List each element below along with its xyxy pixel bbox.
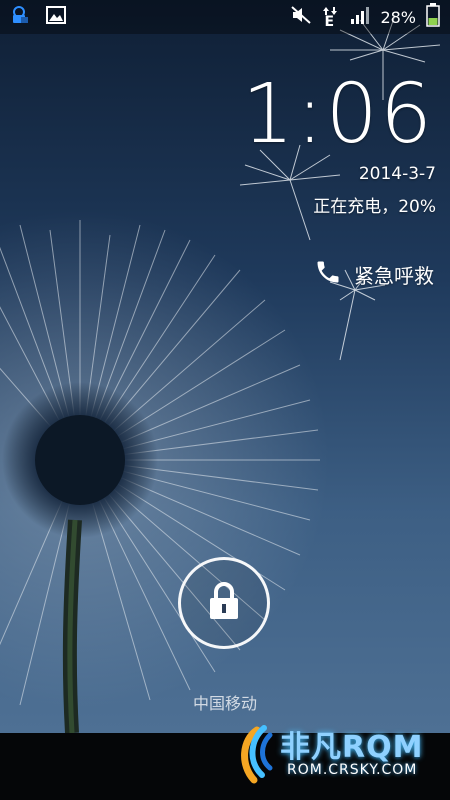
lockscreen-date: 2014-3-7 [358, 164, 436, 184]
battery-icon [426, 3, 440, 31]
lockscreen: E 28% 1:06 2014-3-7 正在充电，20% 紧急呼救 中国移动 [0, 0, 450, 733]
charging-status: 正在充电，20% [313, 197, 436, 217]
emergency-call-label: 紧急呼救 [354, 264, 434, 288]
watermark-url: ROM.CRSKY.COM [287, 762, 418, 778]
crsky-logo-icon [241, 725, 273, 784]
signal-icon [350, 5, 370, 29]
watermark: 非凡RQM ROM.CRSKY.COM [232, 716, 440, 794]
battery-percent: 28% [380, 7, 416, 27]
padlock-icon [206, 581, 242, 625]
unlock-button[interactable] [178, 557, 270, 649]
lockscreen-clock: 1:06 [241, 67, 434, 162]
network-type-text: E [324, 14, 335, 30]
lock-network-icon [10, 5, 30, 29]
carrier-label: 中国移动 [192, 694, 257, 713]
mute-icon [290, 5, 312, 29]
image-notification-icon [46, 6, 66, 28]
emergency-call-button[interactable]: 紧急呼救 [314, 258, 434, 291]
phone-icon [314, 258, 342, 291]
status-bar: E 28% [0, 0, 450, 34]
watermark-brand: 非凡RQM [280, 730, 424, 765]
data-arrows-icon: E [322, 5, 340, 30]
